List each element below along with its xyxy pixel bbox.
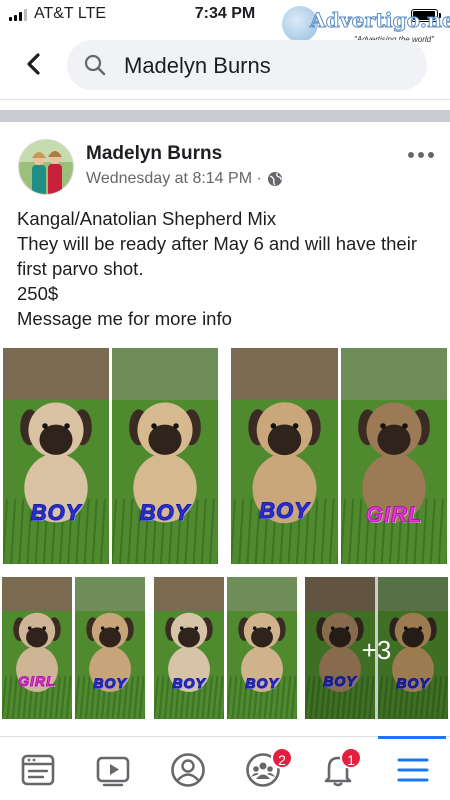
search-input[interactable]: Madelyn Burns [67, 40, 427, 90]
more-options-icon[interactable] [408, 152, 434, 158]
puppy-photo-image [227, 577, 297, 719]
post-text-line: Message me for more info [17, 308, 232, 329]
photo-label: BOY [139, 500, 191, 526]
search-query: Madelyn Burns [124, 53, 271, 78]
section-divider [0, 110, 450, 122]
more-photos-overlay[interactable]: +3 [305, 577, 448, 719]
puppy-photo-image [154, 577, 224, 719]
tab-profile[interactable] [150, 737, 226, 800]
video-icon [96, 756, 130, 787]
search-icon [84, 54, 106, 76]
photo-label: BOY [30, 500, 82, 526]
post-text-line: They will be ready after May 6 and will … [17, 233, 417, 279]
puppy-photo-image [3, 348, 109, 564]
puppy-photo[interactable]: GIRL [341, 348, 447, 564]
puppy-photo[interactable]: BOY [227, 577, 297, 719]
puppy-photo[interactable]: BOY [231, 348, 338, 564]
globe-icon [267, 172, 282, 186]
puppy-photo[interactable]: BOY [75, 577, 145, 719]
screen: { "status_bar": { "carrier": "AT&T LTE",… [0, 0, 450, 800]
back-arrow-icon[interactable] [20, 50, 48, 78]
photo-label: BOY [245, 675, 279, 692]
post-author[interactable]: Madelyn Burns [86, 143, 222, 165]
feed-icon [21, 754, 55, 786]
puppy-photo-image [112, 348, 218, 564]
post-meta: Wednesday at 8:14 PM · [86, 170, 283, 188]
photo-label: GIRL [18, 673, 56, 690]
post-text-line: 250$ [17, 283, 59, 304]
more-photos-count: +3 [361, 635, 392, 665]
photo-label: BOY [172, 675, 206, 692]
tab-watch[interactable] [75, 737, 151, 800]
puppy-photo[interactable]: BOY [3, 348, 109, 564]
puppy-photo-image [341, 348, 447, 564]
notifications-badge: 1 [340, 747, 362, 769]
post-text-line: Kangal/Anatolian Shepherd Mix [17, 208, 277, 229]
tab-groups[interactable]: 2 [225, 737, 301, 800]
tab-menu[interactable] [375, 737, 450, 800]
search-header: Madelyn Burns [0, 34, 450, 100]
puppy-photo-image [75, 577, 145, 719]
puppy-photo[interactable]: BOY [154, 577, 224, 719]
photo-label: GIRL [365, 502, 423, 528]
puppy-photo[interactable]: BOY [112, 348, 218, 564]
watermark-brand: Advertigo.net [309, 8, 450, 33]
photo-label: BOY [93, 675, 127, 692]
avatar[interactable] [18, 139, 74, 195]
puppy-photo-image [231, 348, 338, 564]
post-body: Kangal/Anatolian Shepherd Mix They will … [17, 206, 437, 331]
tab-news-feed[interactable] [0, 737, 76, 800]
profile-icon [171, 753, 205, 787]
menu-icon [397, 758, 429, 782]
photo-label: BOY [259, 498, 310, 524]
post-timestamp[interactable]: Wednesday at 8:14 PM · [86, 170, 262, 188]
groups-badge: 2 [271, 747, 293, 769]
puppy-photo[interactable]: GIRL [2, 577, 72, 719]
bottom-nav: 2 1 [0, 736, 450, 800]
tab-notifications[interactable]: 1 [300, 737, 376, 800]
puppy-photo-image [2, 577, 72, 719]
